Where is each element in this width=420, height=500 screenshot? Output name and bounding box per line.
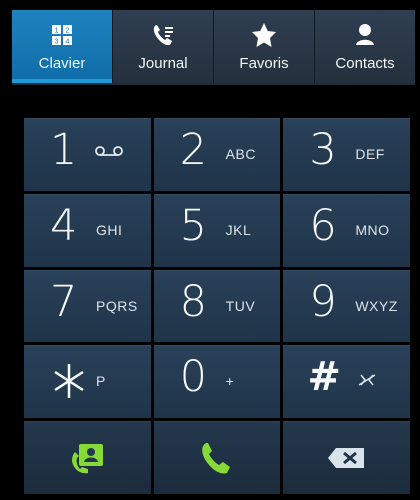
key-9[interactable]: 9 WXYZ xyxy=(283,269,410,343)
tab-bar: 1 2 3 4 Clavier Journal Favoris Contacts xyxy=(12,10,415,85)
key-1[interactable]: 1 xyxy=(24,118,151,191)
key-letters: GHI xyxy=(96,221,123,238)
mute-vibrate-icon xyxy=(357,373,377,390)
key-digit: 1 xyxy=(50,125,78,175)
tab-clavier[interactable]: 1 2 3 4 Clavier xyxy=(12,10,113,83)
key-letters: JKL xyxy=(225,221,252,238)
key-7[interactable]: 7 PQRS xyxy=(24,269,151,343)
key-star[interactable]: P xyxy=(24,345,151,419)
voicemail-icon xyxy=(94,144,124,163)
tab-label-favoris: Favoris xyxy=(239,55,289,72)
key-5[interactable]: 5 JKL xyxy=(153,193,281,267)
svg-text:2: 2 xyxy=(66,27,70,34)
star-icon xyxy=(249,20,279,55)
key-3[interactable]: 3 DEF xyxy=(283,118,410,191)
delete-button[interactable] xyxy=(283,421,410,494)
dial-keypad: 1 2 ABC 3 DEF 4 GHI 5 JKL 6 MNO 7 PQRS 8… xyxy=(24,118,410,494)
key-digit: 4 xyxy=(50,200,78,251)
tab-label-journal: Journal xyxy=(138,55,188,72)
key-letters: ABC xyxy=(225,146,256,162)
key-letters: DEF xyxy=(355,146,385,162)
key-digit: 6 xyxy=(309,200,337,251)
key-8[interactable]: 8 TUV xyxy=(153,269,281,343)
key-digit: 9 xyxy=(309,276,337,327)
key-digit: 7 xyxy=(50,276,78,327)
contact-card-icon xyxy=(72,443,104,473)
key-letters: TUV xyxy=(225,297,256,314)
svg-text:3: 3 xyxy=(55,38,59,45)
key-hash[interactable]: # xyxy=(283,345,410,419)
keypad-icon: 1 2 3 4 xyxy=(47,20,77,55)
key-letters: + xyxy=(225,373,235,390)
key-digit: # xyxy=(307,354,341,401)
tab-contacts[interactable]: Contacts xyxy=(315,10,415,83)
key-2[interactable]: 2 ABC xyxy=(153,118,281,191)
backspace-icon xyxy=(327,447,364,468)
tab-label-clavier: Clavier xyxy=(38,55,86,72)
key-letters: MNO xyxy=(355,221,390,238)
call-button[interactable] xyxy=(153,421,281,494)
add-to-contacts-button[interactable] xyxy=(24,421,151,494)
person-icon xyxy=(350,20,380,55)
call-log-icon xyxy=(148,20,178,55)
key-letters: P xyxy=(96,373,106,390)
key-digit: 2 xyxy=(179,125,208,175)
svg-text:4: 4 xyxy=(66,38,70,45)
tab-journal[interactable]: Journal xyxy=(113,10,214,83)
svg-text:1: 1 xyxy=(55,27,59,34)
key-6[interactable]: 6 MNO xyxy=(283,193,410,267)
key-digit: 3 xyxy=(309,125,337,175)
key-digit: 8 xyxy=(179,276,208,327)
tab-favoris[interactable]: Favoris xyxy=(214,10,315,83)
key-digit: 5 xyxy=(179,200,208,251)
phone-call-icon xyxy=(202,442,230,474)
key-0[interactable]: 0 + xyxy=(153,345,281,419)
asterisk-icon xyxy=(54,364,84,399)
tab-label-contacts: Contacts xyxy=(335,55,395,72)
key-4[interactable]: 4 GHI xyxy=(24,193,151,267)
key-digit: 0 xyxy=(179,352,208,403)
key-letters: WXYZ xyxy=(355,297,398,314)
key-letters: PQRS xyxy=(96,297,138,314)
